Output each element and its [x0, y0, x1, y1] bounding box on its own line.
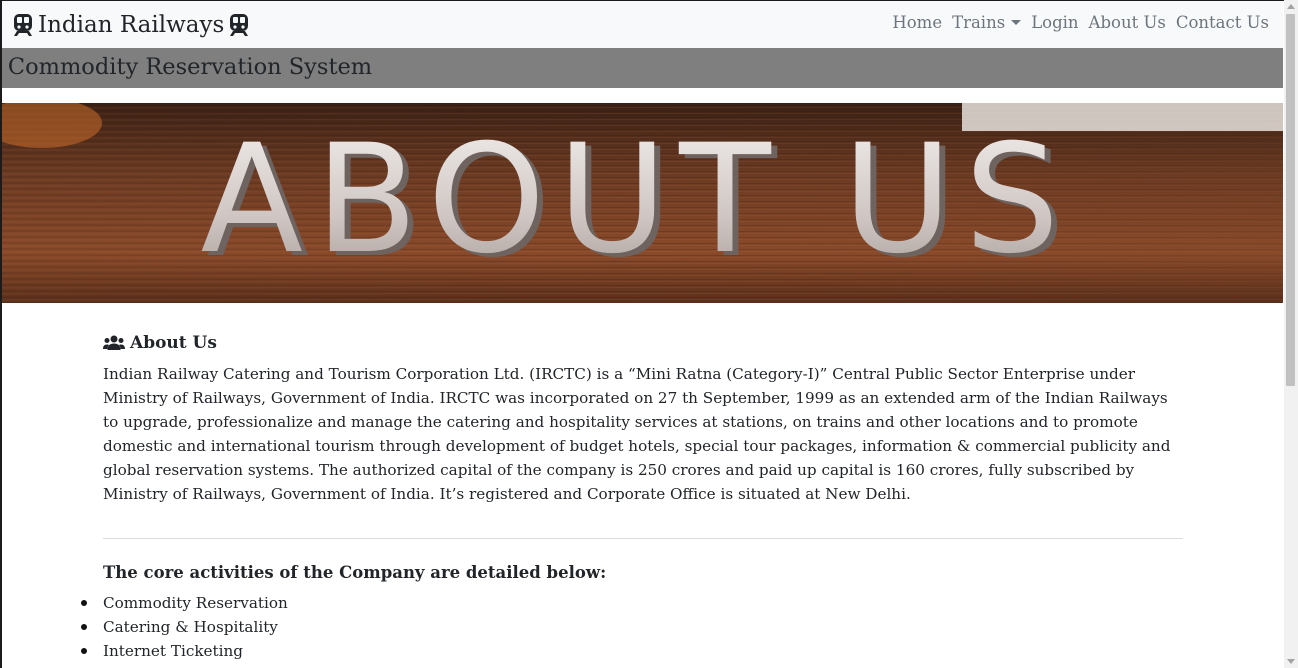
- train-icon: [230, 14, 249, 36]
- list-item: Commodity Reservation: [81, 591, 288, 615]
- chevron-down-icon: [1011, 20, 1022, 25]
- banner-graphic: ABOUT US ABOUT US: [2, 103, 1283, 303]
- about-heading-text: About Us: [130, 333, 217, 353]
- vertical-scrollbar[interactable]: [1284, 0, 1298, 668]
- list-item: Internet Ticketing: [81, 639, 288, 663]
- nav-about[interactable]: About Us: [1089, 13, 1166, 32]
- about-section: About Us Indian Railway Catering and Tou…: [103, 330, 1183, 506]
- nav-links: Home Trains Login About Us Contact Us: [892, 13, 1269, 32]
- banner-text: ABOUT US: [200, 113, 1071, 287]
- train-icon: [14, 14, 32, 36]
- list-item: Catering & Hospitality: [81, 615, 288, 639]
- about-heading: About Us: [103, 330, 1183, 356]
- core-activities-list: Commodity Reservation Catering & Hospita…: [81, 591, 288, 663]
- brand-link[interactable]: Indian Railways: [11, 10, 251, 40]
- scroll-down-icon[interactable]: [1287, 659, 1295, 664]
- about-paragraph: Indian Railway Catering and Tourism Corp…: [103, 365, 1171, 503]
- brand-name: Indian Railways: [38, 12, 225, 38]
- nav-trains-label: Trains: [952, 13, 1006, 32]
- nav-home[interactable]: Home: [892, 13, 942, 32]
- window-border-left: [0, 0, 2, 668]
- marquee-banner: y Commodity Reservation System: [2, 48, 1283, 88]
- scroll-up-icon[interactable]: [1287, 4, 1295, 9]
- scrollbar-thumb[interactable]: [1286, 14, 1295, 386]
- nav-login[interactable]: Login: [1031, 13, 1078, 32]
- marquee-text: y Commodity Reservation System: [2, 54, 373, 80]
- users-icon: [103, 335, 125, 350]
- nav-contact[interactable]: Contact Us: [1176, 13, 1269, 32]
- about-banner-image: ABOUT US ABOUT US: [2, 103, 1283, 303]
- core-activities-title: The core activities of the Company are d…: [103, 563, 607, 582]
- divider: [103, 538, 1183, 539]
- nav-trains-dropdown[interactable]: Trains: [952, 13, 1022, 32]
- navbar: Indian Railways Home Trains Login About …: [2, 1, 1283, 48]
